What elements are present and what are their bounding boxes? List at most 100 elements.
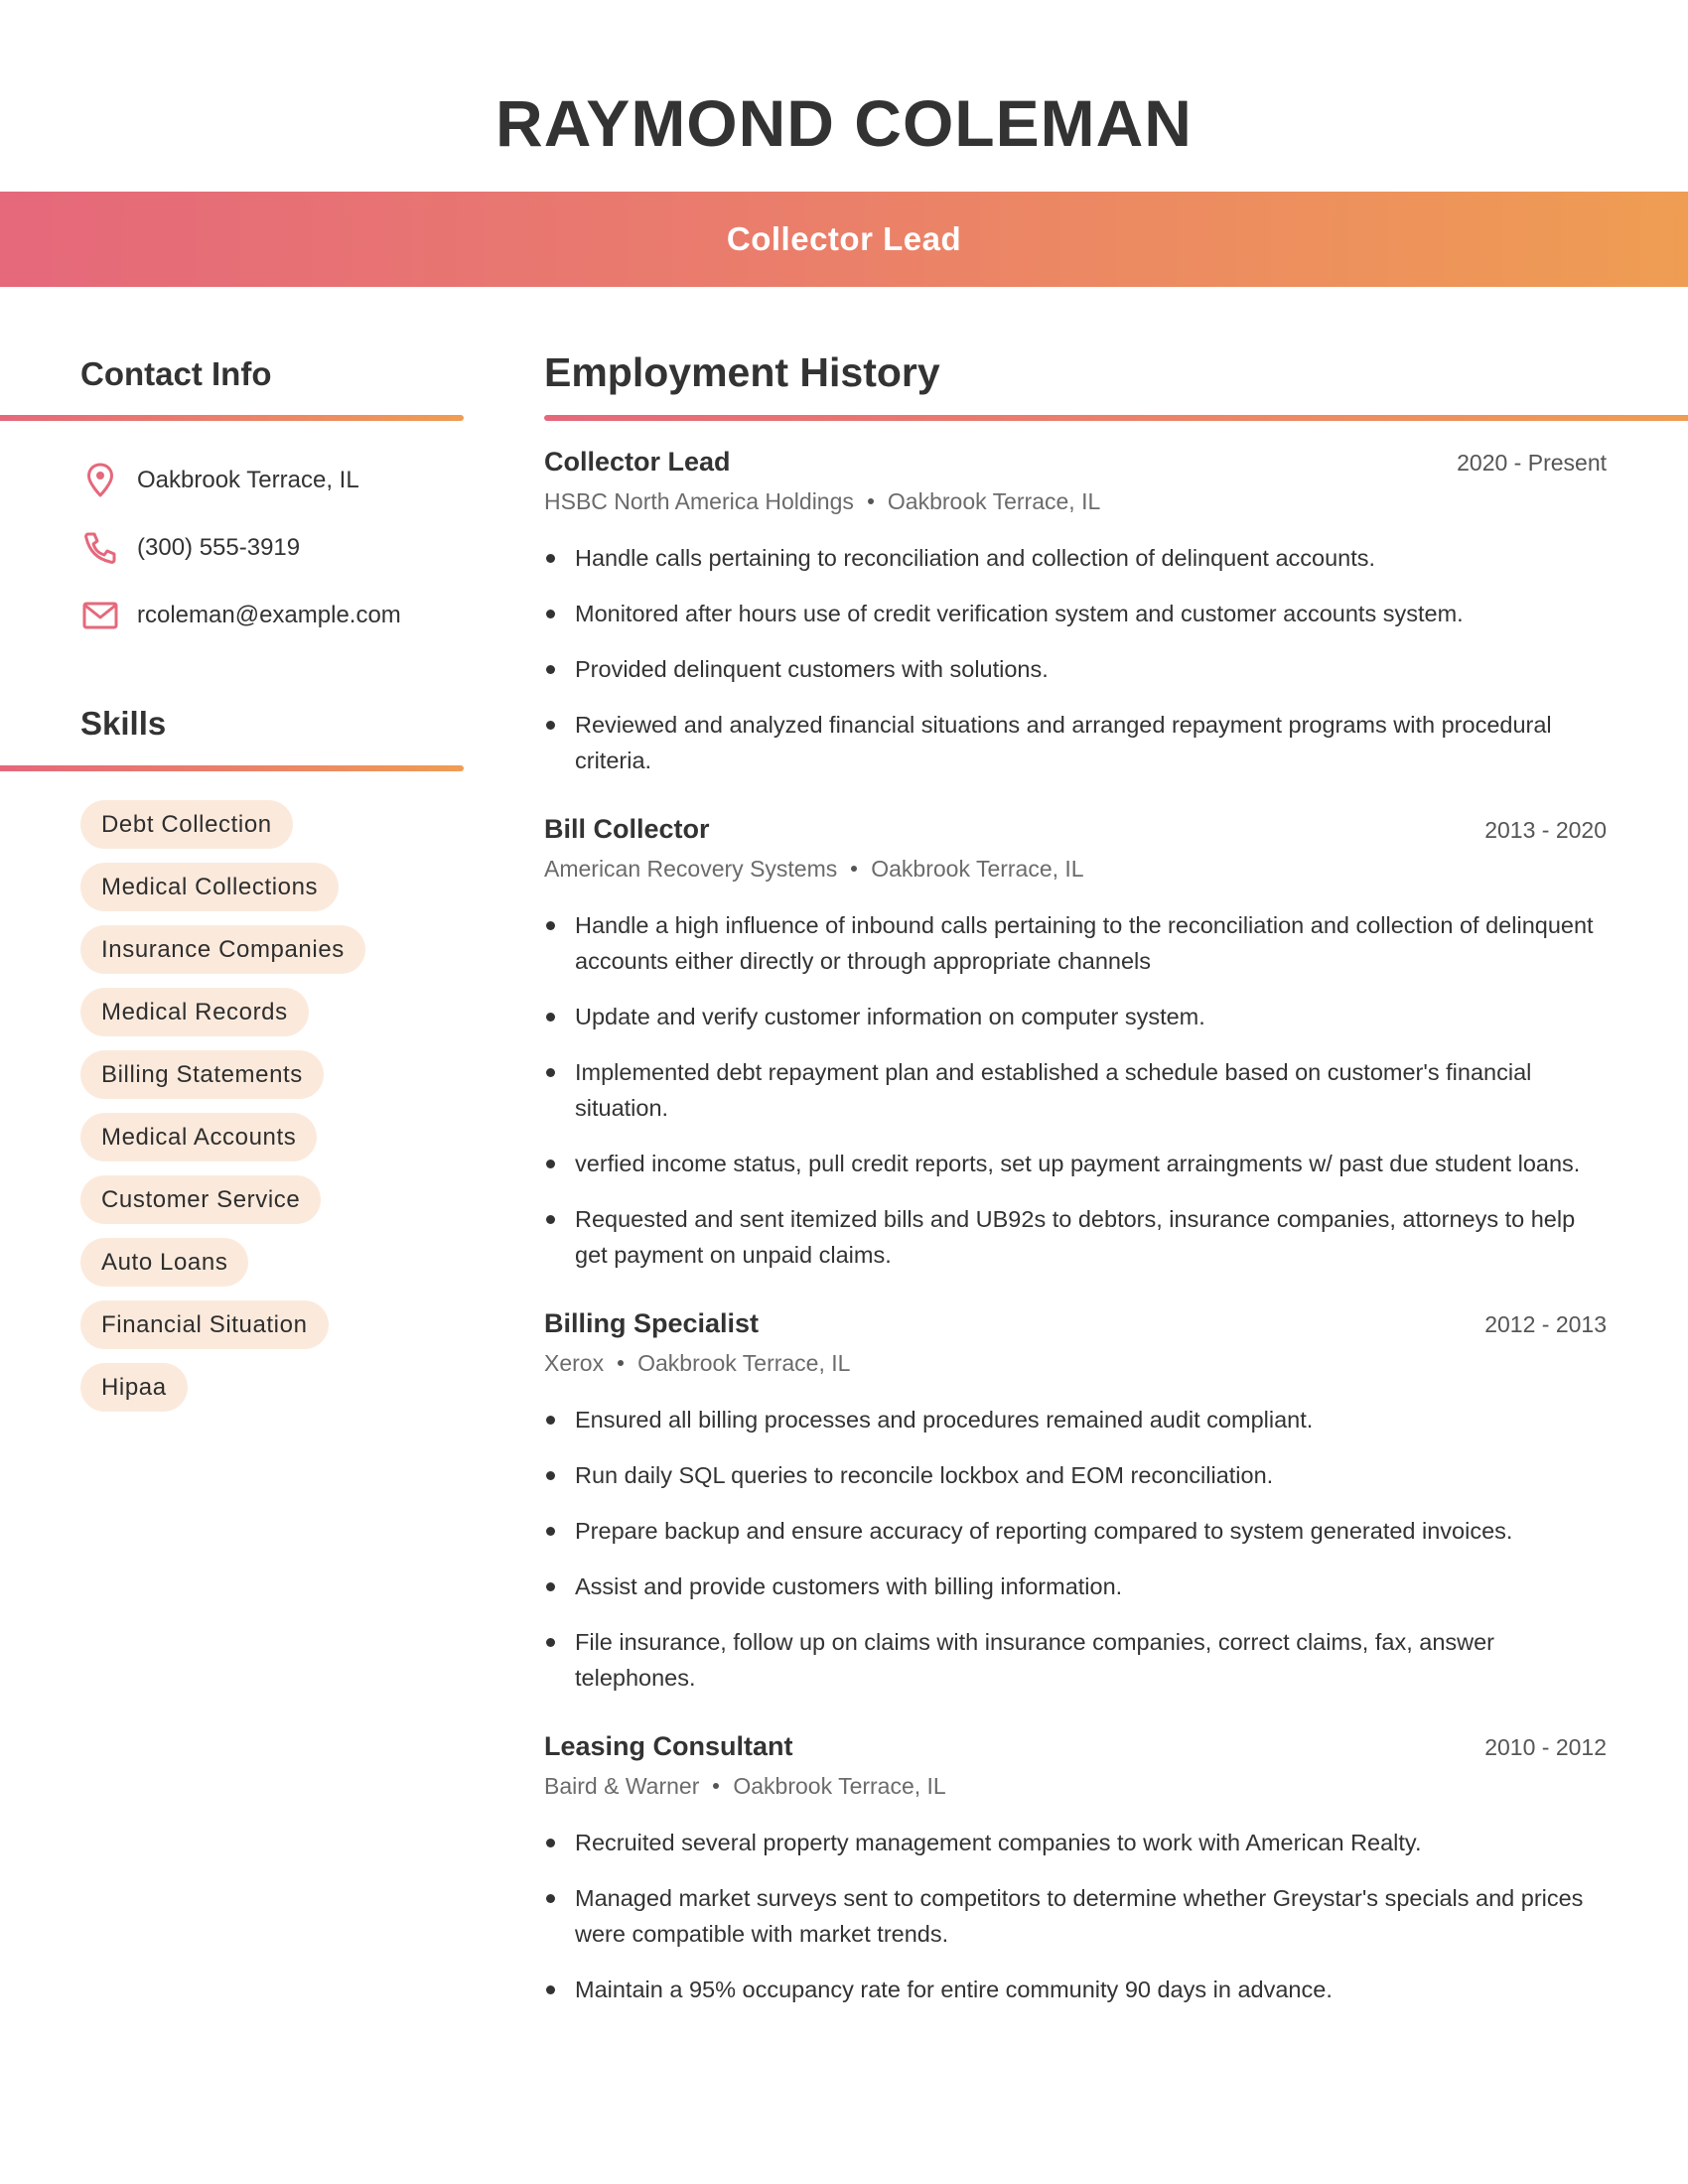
job-bullet: verfied income status, pull credit repor… [544, 1146, 1607, 1181]
job-bullet: Provided delinquent customers with solut… [544, 651, 1607, 687]
job-bullet: Handle calls pertaining to reconciliatio… [544, 540, 1607, 576]
job-company: Xerox [544, 1349, 605, 1376]
phone-icon [80, 528, 120, 568]
skill-pill: Medical Records [80, 988, 309, 1036]
job-location: Oakbrook Terrace, IL [733, 1772, 946, 1799]
bullet-icon [546, 1582, 555, 1591]
skills-divider [0, 765, 464, 771]
job-location: Oakbrook Terrace, IL [871, 855, 1084, 882]
contact-divider [0, 415, 464, 421]
job-company: American Recovery Systems [544, 855, 838, 882]
job-entry: Collector Lead 2020 - Present HSBC North… [544, 447, 1607, 778]
contact-email[interactable]: rcoleman@example.com [137, 602, 401, 629]
skill-pill: Medical Collections [80, 863, 340, 911]
contact-location: Oakbrook Terrace, IL [137, 467, 359, 493]
bullet-icon [546, 665, 555, 674]
skills-heading: Skills [80, 705, 167, 742]
skill-pill: Customer Service [80, 1175, 322, 1224]
bullet-icon [546, 1215, 555, 1224]
job-title: Bill Collector [544, 814, 710, 844]
skill-pill: Auto Loans [80, 1238, 249, 1287]
job-bullets: Handle calls pertaining to reconciliatio… [544, 540, 1607, 778]
bullet-text: Prepare backup and ensure accuracy of re… [575, 1518, 1513, 1544]
candidate-name: RAYMOND COLEMAN [495, 86, 1193, 160]
bullet-icon [546, 1160, 555, 1168]
envelope-icon [80, 596, 120, 635]
job-location: Oakbrook Terrace, IL [887, 487, 1101, 514]
skills-list: Debt Collection Medical Collections Insu… [80, 800, 497, 1426]
bullet-text: Handle a high influence of inbound calls… [575, 912, 1594, 974]
job-bullet: Run daily SQL queries to reconcile lockb… [544, 1457, 1607, 1493]
job-dates: 2010 - 2012 [1484, 1734, 1607, 1760]
bullet-icon [546, 1471, 555, 1480]
bullet-text: Update and verify customer information o… [575, 1004, 1205, 1029]
job-bullets: Ensured all billing processes and proced… [544, 1402, 1607, 1696]
job-bullets: Handle a high influence of inbound calls… [544, 907, 1607, 1273]
job-bullet: Ensured all billing processes and proced… [544, 1402, 1607, 1437]
job-company: HSBC North America Holdings [544, 487, 854, 514]
contact-item-email: rcoleman@example.com [80, 582, 478, 649]
separator-dot [851, 866, 858, 872]
job-bullet: Update and verify customer information o… [544, 999, 1607, 1034]
contact-list: Oakbrook Terrace, IL (300) 555-3919 rcol… [80, 447, 478, 649]
skill-pill: Billing Statements [80, 1050, 324, 1099]
bullet-text: Run daily SQL queries to reconcile lockb… [575, 1462, 1274, 1488]
bullet-icon [546, 721, 555, 730]
bullet-text: Assist and provide customers with billin… [575, 1573, 1123, 1599]
job-bullet: Handle a high influence of inbound calls… [544, 907, 1607, 979]
title-banner: Collector Lead [0, 192, 1688, 287]
bullet-text: Maintain a 95% occupancy rate for entire… [575, 1977, 1333, 2002]
bullet-text: Requested and sent itemized bills and UB… [575, 1206, 1576, 1268]
bullet-icon [546, 554, 555, 563]
bullet-text: File insurance, follow up on claims with… [575, 1629, 1495, 1691]
bullet-icon [546, 1527, 555, 1536]
job-bullet: Monitored after hours use of credit veri… [544, 596, 1607, 631]
job-dates: 2012 - 2013 [1484, 1311, 1607, 1337]
bullet-icon [546, 1068, 555, 1077]
job-bullet: Recruited several property management co… [544, 1825, 1607, 1860]
bullet-icon [546, 1839, 555, 1847]
job-bullet: Prepare backup and ensure accuracy of re… [544, 1513, 1607, 1549]
separator-dot [618, 1360, 625, 1366]
bullet-text: Monitored after hours use of credit veri… [575, 601, 1464, 626]
bullet-text: Ensured all billing processes and proced… [575, 1407, 1314, 1433]
job-bullet: Maintain a 95% occupancy rate for entire… [544, 1972, 1607, 2007]
job-title: Billing Specialist [544, 1308, 760, 1338]
job-bullet: Assist and provide customers with billin… [544, 1569, 1607, 1604]
contact-item-location: Oakbrook Terrace, IL [80, 447, 478, 514]
bullet-text: Implemented debt repayment plan and esta… [575, 1059, 1532, 1121]
contact-phone[interactable]: (300) 555-3919 [137, 534, 300, 562]
skill-pill: Financial Situation [80, 1300, 329, 1349]
bullet-icon [546, 1985, 555, 1994]
job-title: Collector Lead [544, 447, 731, 477]
job-title: Leasing Consultant [544, 1731, 793, 1761]
job-bullet: Reviewed and analyzed financial situatio… [544, 707, 1607, 778]
bullet-icon [546, 1416, 555, 1425]
bullet-icon [546, 1638, 555, 1647]
skill-pill: Hipaa [80, 1363, 188, 1412]
bullet-text: Provided delinquent customers with solut… [575, 656, 1049, 682]
job-list: Collector Lead 2020 - Present HSBC North… [544, 447, 1607, 2043]
employment-history-heading: Employment History [544, 349, 940, 395]
job-entry: Bill Collector 2013 - 2020 American Reco… [544, 814, 1607, 1273]
job-location: Oakbrook Terrace, IL [637, 1349, 851, 1376]
job-company: Baird & Warner [544, 1772, 700, 1799]
skill-pill: Debt Collection [80, 800, 293, 849]
skill-pill: Insurance Companies [80, 925, 365, 974]
job-title-banner-text: Collector Lead [726, 220, 962, 257]
bullet-icon [546, 1894, 555, 1903]
bullet-text: Recruited several property management co… [575, 1830, 1422, 1855]
job-bullet: Managed market surveys sent to competito… [544, 1880, 1607, 1952]
job-bullets: Recruited several property management co… [544, 1825, 1607, 2007]
bullet-icon [546, 610, 555, 618]
job-entry: Billing Specialist 2012 - 2013 Xerox Oak… [544, 1308, 1607, 1696]
job-bullet: File insurance, follow up on claims with… [544, 1624, 1607, 1696]
bullet-icon [546, 921, 555, 930]
employment-divider [544, 415, 1688, 421]
bullet-text: Handle calls pertaining to reconciliatio… [575, 545, 1376, 571]
job-entry: Leasing Consultant 2010 - 2012 Baird & W… [544, 1731, 1607, 2007]
contact-item-phone: (300) 555-3919 [80, 514, 478, 582]
job-bullet: Requested and sent itemized bills and UB… [544, 1201, 1607, 1273]
contact-info-heading: Contact Info [80, 355, 272, 392]
skill-pill: Medical Accounts [80, 1113, 318, 1161]
